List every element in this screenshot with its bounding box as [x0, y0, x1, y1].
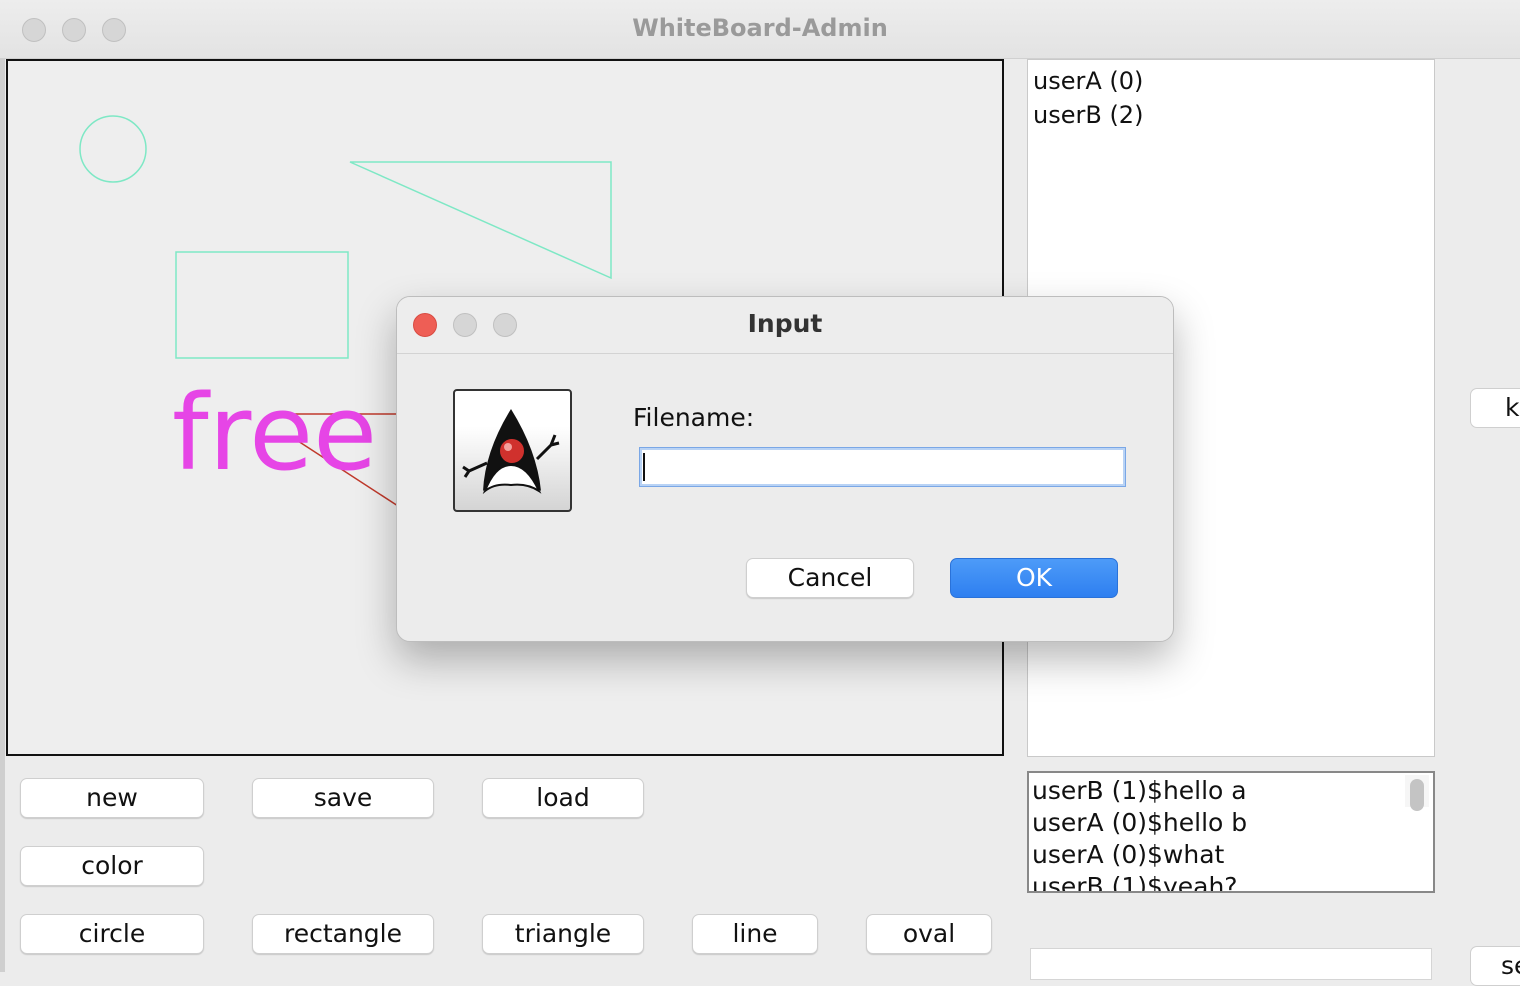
- color-button[interactable]: color: [20, 846, 204, 886]
- canvas-free-text: free: [172, 372, 378, 494]
- line-button[interactable]: line: [692, 914, 818, 954]
- cancel-button[interactable]: Cancel: [746, 558, 914, 598]
- chat-message: userA (0)$hello b: [1032, 808, 1248, 837]
- kick-button[interactable]: k: [1470, 388, 1520, 428]
- triangle-button[interactable]: triangle: [482, 914, 644, 954]
- user-list-item[interactable]: userB (2): [1033, 98, 1429, 132]
- drawn-rectangle: [175, 251, 349, 359]
- chat-message: userB (1)$hello a: [1032, 776, 1247, 805]
- user-list-item[interactable]: userA (0): [1033, 64, 1429, 98]
- window-title: WhiteBoard-Admin: [632, 14, 888, 42]
- filename-label: Filename:: [633, 403, 755, 432]
- input-dialog[interactable]: Input Filename: Cancel OK: [396, 296, 1174, 642]
- dialog-titlebar[interactable]: Input: [397, 297, 1173, 354]
- java-duke-icon: [453, 389, 572, 512]
- chat-scrollbar-thumb[interactable]: [1410, 779, 1424, 811]
- text-caret: [643, 453, 645, 481]
- dialog-title: Input: [747, 309, 823, 338]
- load-button[interactable]: load: [482, 778, 644, 818]
- filename-input[interactable]: [639, 447, 1126, 487]
- ok-button[interactable]: OK: [950, 558, 1118, 598]
- chat-message: userB (1)$yeah?: [1032, 872, 1238, 893]
- circle-button[interactable]: circle: [20, 914, 204, 954]
- drawn-triangle: [349, 161, 612, 280]
- window-titlebar[interactable]: WhiteBoard-Admin: [0, 0, 1520, 59]
- oval-button[interactable]: oval: [866, 914, 992, 954]
- chat-message: userA (0)$what: [1032, 840, 1225, 869]
- save-button[interactable]: save: [252, 778, 434, 818]
- new-button[interactable]: new: [20, 778, 204, 818]
- chat-input[interactable]: [1030, 948, 1432, 980]
- window-edge: [0, 58, 5, 972]
- chat-history[interactable]: userB (1)$hello a userA (0)$hello b user…: [1027, 771, 1435, 893]
- send-button[interactable]: se: [1470, 946, 1520, 986]
- drawn-circle: [79, 115, 147, 183]
- rectangle-button[interactable]: rectangle: [252, 914, 434, 954]
